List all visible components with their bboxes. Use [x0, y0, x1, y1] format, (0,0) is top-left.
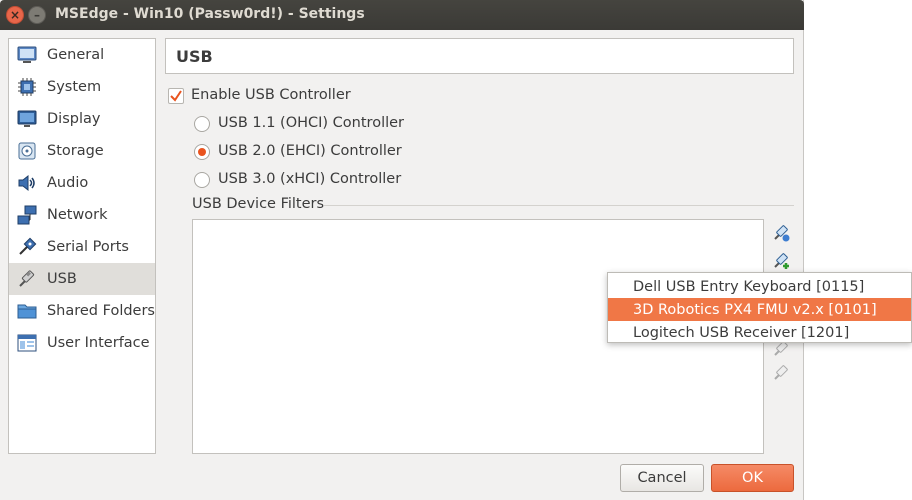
sidebar-item-general[interactable]: General: [9, 39, 155, 71]
add-device-filter-icon: [774, 253, 789, 269]
add-filter-icon: [774, 225, 790, 242]
general-icon: [16, 44, 38, 66]
title-bar: × – MSEdge - Win10 (Passw0rd!) - Setting…: [0, 0, 804, 30]
usb-3-0-radio[interactable]: [194, 172, 210, 188]
sidebar-item-usb[interactable]: USB: [9, 263, 155, 295]
window-title: MSEdge - Win10 (Passw0rd!) - Settings: [55, 6, 365, 22]
dropdown-item-dell-keyboard[interactable]: Dell USB Entry Keyboard [0115]: [608, 275, 911, 298]
usb-2-0-label: USB 2.0 (EHCI) Controller: [218, 143, 402, 159]
enable-usb-checkbox[interactable]: [168, 88, 184, 104]
minimize-window-button[interactable]: –: [28, 6, 46, 24]
sidebar-item-label: General: [47, 47, 105, 63]
sidebar-item-shared-folders[interactable]: Shared Folders: [9, 295, 155, 327]
folder-icon: [16, 300, 38, 322]
settings-sidebar: General System Display Storage Audio Net…: [8, 38, 156, 454]
dropdown-item-3d-robotics-px4[interactable]: 3D Robotics PX4 FMU v2.x [0101]: [608, 298, 911, 321]
audio-speaker-icon: [16, 172, 38, 194]
usb-3-0-label: USB 3.0 (xHCI) Controller: [218, 171, 402, 187]
sidebar-item-audio[interactable]: Audio: [9, 167, 155, 199]
sidebar-item-user-interface[interactable]: User Interface: [9, 327, 155, 359]
remove-filter-icon: [774, 365, 788, 380]
serial-port-icon: [16, 236, 38, 258]
checkmark-icon: [170, 90, 182, 102]
sidebar-item-storage[interactable]: Storage: [9, 135, 155, 167]
usb-plug-icon: [16, 268, 38, 290]
usb-device-filters-label: USB Device Filters: [192, 196, 325, 212]
sidebar-item-label: System: [47, 79, 102, 95]
usb-1-1-radio[interactable]: [194, 116, 210, 132]
sidebar-item-label: Storage: [47, 143, 104, 159]
user-interface-icon: [16, 332, 38, 354]
section-header: USB: [165, 38, 794, 74]
ok-button[interactable]: OK: [711, 464, 794, 492]
sidebar-item-system[interactable]: System: [9, 71, 155, 103]
radio-selected-dot: [198, 148, 206, 156]
remove-filter-button[interactable]: [770, 362, 792, 384]
page-title: USB: [176, 47, 213, 66]
dropdown-item-logitech-receiver[interactable]: Logitech USB Receiver [1201]: [608, 321, 911, 344]
close-window-button[interactable]: ×: [6, 6, 24, 24]
display-monitor-icon: [16, 108, 38, 130]
sidebar-item-display[interactable]: Display: [9, 103, 155, 135]
system-chip-icon: [16, 76, 38, 98]
usb-1-1-label: USB 1.1 (OHCI) Controller: [218, 115, 405, 131]
settings-window: × – MSEdge - Win10 (Passw0rd!) - Setting…: [0, 0, 804, 500]
storage-disk-icon: [16, 140, 38, 162]
sidebar-item-serial-ports[interactable]: Serial Ports: [9, 231, 155, 263]
sidebar-item-label: Display: [47, 111, 101, 127]
sidebar-item-label: Network: [47, 207, 108, 223]
enable-usb-label: Enable USB Controller: [191, 87, 351, 103]
usb-2-0-radio[interactable]: [194, 144, 210, 160]
sidebar-item-label: Audio: [47, 175, 89, 191]
sidebar-item-label: USB: [47, 271, 77, 287]
network-icon: [16, 204, 38, 226]
sidebar-item-label: User Interface: [47, 335, 150, 351]
usb-device-dropdown: Dell USB Entry Keyboard [0115] 3D Roboti…: [607, 272, 912, 343]
sidebar-item-network[interactable]: Network: [9, 199, 155, 231]
sidebar-item-label: Shared Folders: [46, 303, 155, 319]
cancel-button[interactable]: Cancel: [620, 464, 704, 492]
group-divider: [324, 205, 794, 206]
add-empty-filter-button[interactable]: [770, 222, 792, 244]
add-filter-from-device-button[interactable]: [770, 250, 792, 272]
sidebar-item-label: Serial Ports: [47, 239, 129, 255]
